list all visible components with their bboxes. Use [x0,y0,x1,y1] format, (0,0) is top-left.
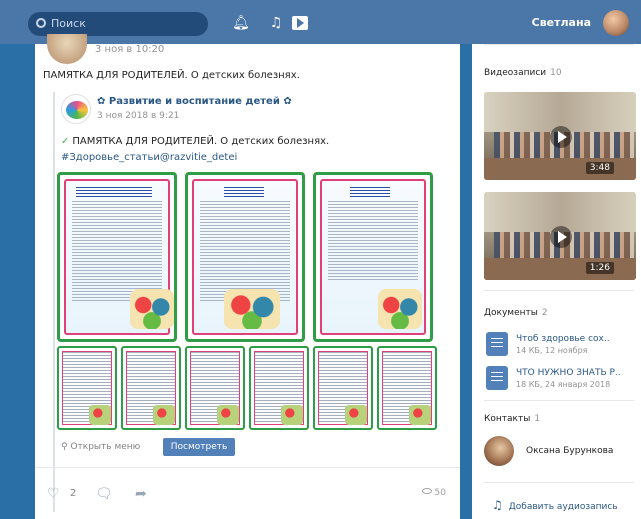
open-menu-link[interactable]: ⚲ Открыть меню [61,442,140,452]
music-note-icon: ♫ [492,498,503,512]
album-page-3[interactable] [313,172,433,342]
play-icon [550,126,572,148]
document-name[interactable]: Чтоб здоровье сох.. [516,334,610,344]
contact-avatar[interactable] [484,436,514,466]
contacts-header[interactable]: Контакты 1 [484,414,540,424]
hashtag-link[interactable]: #Здоровье_статьи@razvitie_detei [61,152,237,163]
videos-title: Видеозаписи [484,68,547,78]
videos-count: 10 [550,68,562,78]
bell-icon[interactable]: 🔔︎ [232,15,250,31]
eye-icon [421,488,432,494]
contacts-title: Контакты [484,414,531,424]
share-icon[interactable]: ➦ [135,486,147,502]
divider [35,467,460,468]
document-icon[interactable] [486,332,508,356]
top-bar: Поиск 🔔︎ ♫ Светлана [0,0,641,44]
divider [484,482,634,483]
divider [484,400,634,401]
repost-time[interactable]: 3 ноя 2018 в 9:21 [97,111,179,121]
documents-header[interactable]: Документы 2 [484,308,548,318]
document-name[interactable]: ЧТО НУЖНО ЗНАТЬ Р.. [516,368,621,378]
document-meta: 18 КБ, 24 января 2018 [516,380,611,389]
repost-text: ✓ ПАМЯТКА ДЛЯ РОДИТЕЛЕЙ. О детских болезн… [61,136,329,147]
group-avatar[interactable] [61,94,91,124]
view-button[interactable]: Посмотреть [163,438,235,456]
like-count[interactable]: 2 [70,488,76,499]
play-icon [550,226,572,248]
album-thumb-4[interactable] [249,346,309,430]
view-count-value: 50 [434,488,446,498]
album-thumb-3[interactable] [185,346,245,430]
album-page-1[interactable] [57,172,177,342]
comment-icon[interactable]: 🗨︎ [95,486,113,502]
user-name[interactable]: Светлана [532,16,591,29]
music-icon[interactable]: ♫ [268,15,284,31]
play-icon[interactable] [292,16,308,30]
feed-post: 3 ноя в 10:20 ПАМЯТКА ДЛЯ РОДИТЕЛЕЙ. О д… [35,34,460,519]
document-meta: 14 КБ, 12 ноября [516,346,588,355]
documents-title: Документы [484,308,538,318]
sidebar: Видеозаписи 10 3:48 1:26 Документы 2 Чтоб … [472,44,641,519]
video-duration: 1:26 [585,262,614,274]
add-audio-label: Добавить аудиозапись [508,502,618,512]
heart-icon[interactable]: ♡ [47,486,60,502]
add-audio-link[interactable]: ♫ Добавить аудиозапись [492,498,618,512]
video-thumbnail[interactable]: 3:48 [484,92,636,180]
view-count: 50 [421,488,446,498]
open-menu-label: Открыть меню [70,442,141,452]
post-text: ПАМЯТКА ДЛЯ РОДИТЕЛЕЙ. О детских болезня… [43,70,300,81]
post-author-avatar[interactable] [47,34,87,64]
album-page-2[interactable] [185,172,305,342]
search-icon [36,18,46,28]
videos-header[interactable]: Видеозаписи 10 [484,68,562,78]
documents-count: 2 [541,308,548,318]
repost-block: ✿ Развитие и воспитание детей ✿ 3 ноя 20… [53,92,453,512]
search-placeholder: Поиск [51,17,86,30]
album-thumb-5[interactable] [313,346,373,430]
contacts-count: 1 [534,414,541,424]
document-icon[interactable] [486,366,508,390]
album-thumb-1[interactable] [57,346,117,430]
group-name[interactable]: ✿ Развитие и воспитание детей ✿ [97,96,292,107]
contact-name[interactable]: Оксана Бурункова [526,446,613,456]
search-input[interactable]: Поиск [28,12,208,36]
video-thumbnail[interactable]: 1:26 [484,192,636,280]
user-avatar[interactable] [603,10,629,36]
album-thumb-6[interactable] [377,346,437,430]
album-thumb-2[interactable] [121,346,181,430]
video-duration: 3:48 [585,162,614,174]
check-icon: ✓ [61,136,70,147]
post-time[interactable]: 3 ноя в 10:20 [95,44,164,55]
divider [484,290,634,291]
repost-text-content: ПАМЯТКА ДЛЯ РОДИТЕЛЕЙ. О детских болезня… [72,136,330,147]
divider [484,44,634,45]
